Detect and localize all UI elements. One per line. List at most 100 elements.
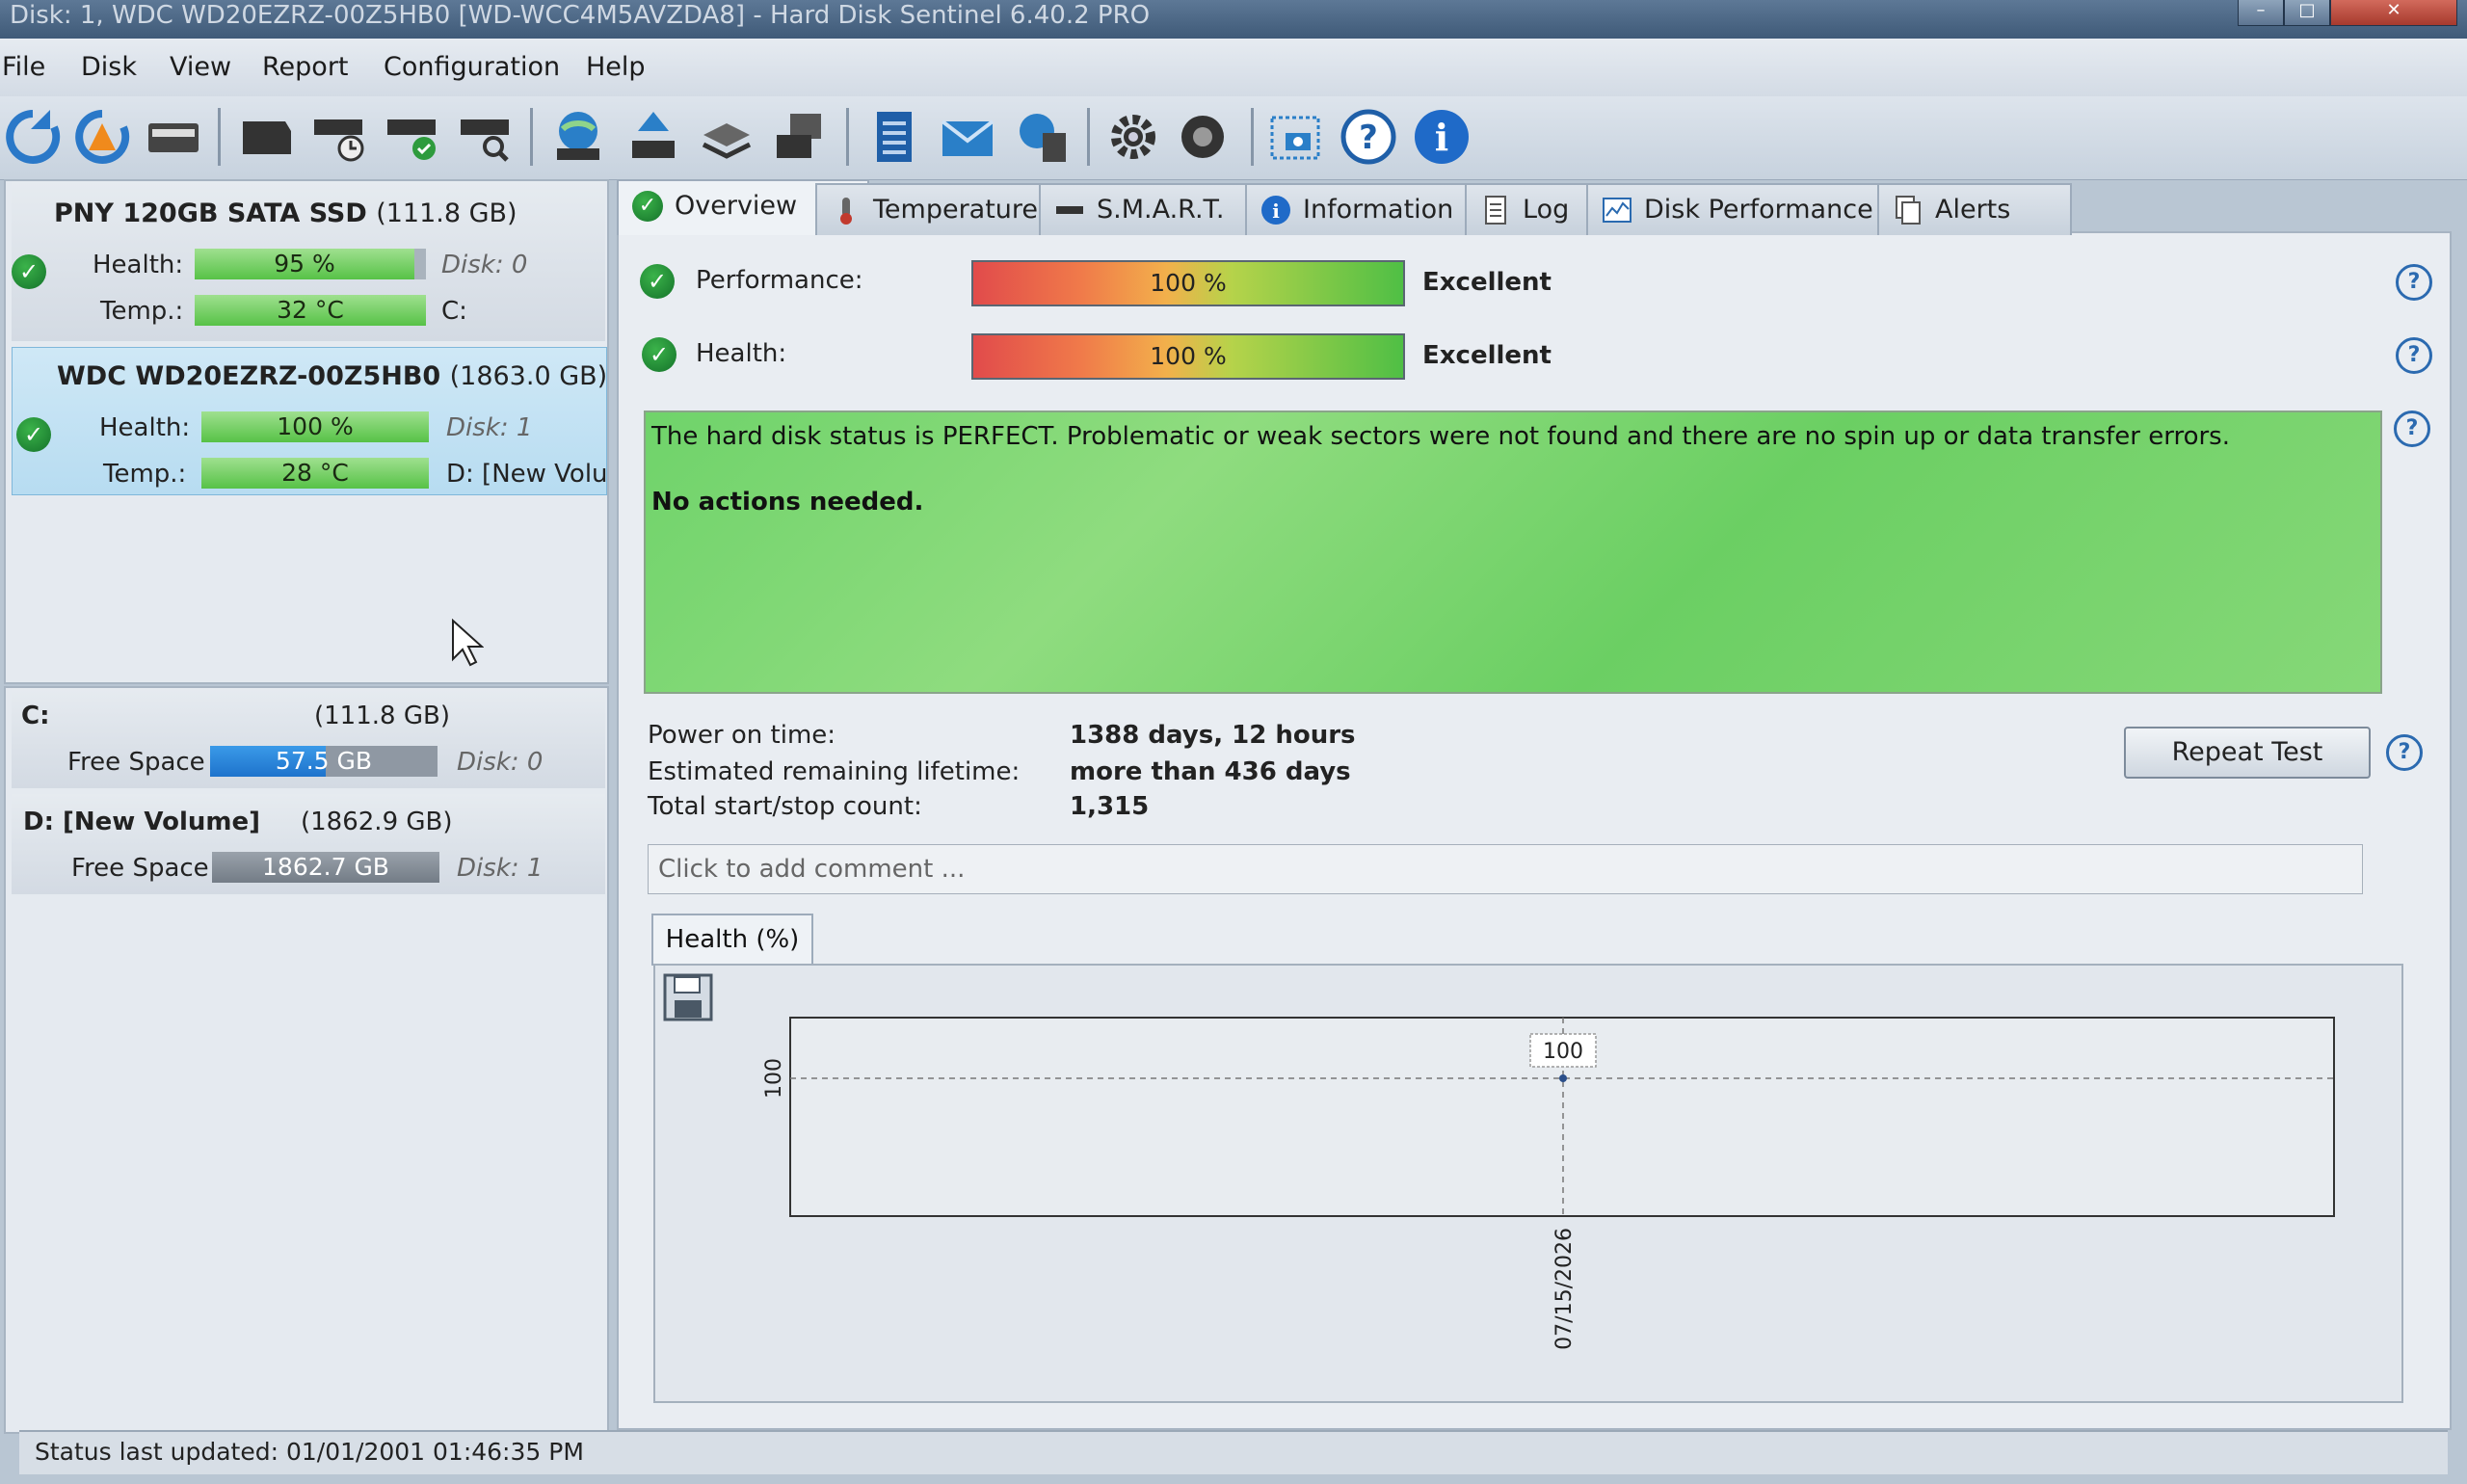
volume-label: C: (441, 297, 467, 326)
tab-label: S.M.A.R.T. (1097, 195, 1225, 225)
menu-file[interactable]: File (2, 52, 45, 82)
volume-card-c[interactable]: C: (111.8 GB) Free Space 57.5 GB Disk: 0 (12, 688, 605, 788)
free-space-label: Free Space (71, 854, 209, 883)
check-icon: ✓ (16, 417, 51, 452)
temp-label: Temp.: (103, 460, 187, 489)
mouse-cursor-icon (452, 619, 484, 667)
lifetime-value: more than 436 days (1070, 757, 1351, 786)
health-bar: 95 % (195, 249, 414, 279)
svg-text:?: ? (1359, 119, 1378, 157)
startstop-value: 1,315 (1070, 792, 1150, 821)
disk-size: (1863.0 GB) (449, 361, 608, 391)
upload-disk-icon[interactable] (623, 106, 684, 168)
volume-label: D: [New Volu (446, 460, 606, 489)
hdd-clock-icon[interactable] (308, 106, 370, 168)
tab-label: Information (1303, 195, 1454, 225)
menu-help[interactable]: Help (586, 52, 646, 82)
close-button[interactable]: ✕ (2330, 0, 2457, 26)
info-icon: i (1261, 196, 1290, 225)
menu-report[interactable]: Report (262, 52, 349, 82)
health-rating: Excellent (1422, 341, 1552, 370)
report-icon[interactable] (863, 106, 925, 168)
refresh-warning-icon[interactable] (71, 106, 133, 168)
health-value: 100 % (1150, 342, 1227, 370)
health-bar: 100 % (201, 411, 429, 442)
hdd-icon (1056, 206, 1083, 214)
health-label: Health: (696, 339, 787, 368)
power-on-label: Power on time: (648, 721, 836, 750)
volume-list-panel: C: (111.8 GB) Free Space 57.5 GB Disk: 0… (4, 686, 609, 1434)
title-bar: Disk: 1, WDC WD20EZRZ-00Z5HB0 [WD-WCC4M5… (0, 0, 2467, 39)
volume-card-d[interactable]: D: [New Volume] (1862.9 GB) Free Space 1… (12, 794, 605, 894)
hdd-search-icon[interactable] (455, 106, 517, 168)
check-icon: ✓ (640, 264, 675, 299)
power-on-value: 1388 days, 12 hours (1070, 721, 1356, 750)
disk-number-label: Disk: 0 (457, 748, 544, 777)
performance-bar: 100 % (971, 260, 1405, 306)
free-space-track: 1862.7 GB (212, 852, 439, 883)
status-bar: Status last updated: 01/01/2001 01:46:35… (19, 1430, 2448, 1474)
sound-icon[interactable] (1174, 106, 1235, 168)
menu-view[interactable]: View (170, 52, 231, 82)
disk-name: WDC WD20EZRZ-00Z5HB0 (57, 361, 441, 391)
hdd-icon[interactable] (235, 106, 297, 168)
menu-disk[interactable]: Disk (81, 52, 137, 82)
tab-health-chart[interactable]: Health (%) (651, 914, 813, 966)
health-label: Health: (99, 413, 191, 442)
help-icon[interactable]: ? (2396, 337, 2432, 374)
chart-icon (1603, 198, 1631, 223)
email-icon[interactable] (937, 106, 998, 168)
help-icon[interactable]: ? (2394, 411, 2430, 447)
screenshot-icon[interactable] (1264, 106, 1326, 168)
network-icon[interactable] (1010, 106, 1072, 168)
save-icon[interactable] (663, 973, 713, 1021)
maximize-button[interactable]: □ (2284, 0, 2330, 26)
temp-value: 32 °C (277, 296, 344, 324)
health-bar: 100 % (971, 333, 1405, 380)
menu-bar: File Disk View Report Configuration Help (0, 39, 2467, 96)
temp-label: Temp.: (100, 297, 184, 326)
help-icon[interactable]: ? (2386, 734, 2423, 771)
disk-stack-icon[interactable] (696, 106, 757, 168)
disk-list-panel: PNY 120GB SATA SSD (111.8 GB) ✓ Health: … (4, 179, 609, 684)
status-description-box: The hard disk status is PERFECT. Problem… (644, 411, 2382, 694)
tab-label: Log (1523, 195, 1570, 225)
disk-number-label: Disk: 1 (457, 854, 544, 883)
disk-card-1[interactable]: WDC WD20EZRZ-00Z5HB0 (1863.0 GB) ✓ Healt… (12, 347, 607, 495)
disk-copy-icon[interactable] (769, 106, 831, 168)
svg-text:i: i (1272, 199, 1280, 223)
volume-name: C: (21, 702, 50, 730)
disk-number-label: Disk: 1 (446, 413, 533, 442)
repeat-test-button[interactable]: Repeat Test (2124, 727, 2371, 779)
health-label: Health: (93, 251, 184, 279)
globe-disk-icon[interactable] (547, 106, 609, 168)
health-bar-track: 95 % (195, 249, 426, 279)
volume-size: (1862.9 GB) (301, 808, 453, 836)
tab-alerts[interactable]: Alerts (1877, 183, 2072, 235)
menu-configuration[interactable]: Configuration (384, 52, 560, 82)
toolbar: ? i (0, 96, 2467, 180)
disk-drive-icon[interactable] (143, 106, 204, 168)
status-bar-text: Status last updated: 01/01/2001 01:46:35… (35, 1438, 584, 1466)
help-icon[interactable]: ? (2396, 264, 2432, 301)
gear-icon[interactable] (1102, 106, 1164, 168)
disk-card-0[interactable]: PNY 120GB SATA SSD (111.8 GB) ✓ Health: … (12, 181, 605, 341)
free-space-label: Free Space (67, 748, 205, 777)
minimize-button[interactable]: – (2238, 0, 2284, 26)
tab-label: Disk Performance (1644, 195, 1873, 225)
help-icon[interactable]: ? (1338, 106, 1399, 168)
action-text: No actions needed. (651, 488, 924, 517)
comment-field[interactable]: Click to add comment ... (648, 844, 2363, 894)
temp-bar: 32 °C (195, 295, 426, 326)
refresh-icon[interactable] (2, 106, 64, 168)
svg-text:i: i (1435, 116, 1448, 159)
thermometer-icon (840, 198, 852, 225)
y-tick-label: 100 (762, 1058, 786, 1099)
status-text: The hard disk status is PERFECT. Problem… (651, 422, 2230, 451)
health-chart: 100 07/15/2026 100 (762, 1017, 2335, 1350)
startstop-label: Total start/stop count: (648, 792, 922, 821)
info-icon[interactable]: i (1411, 106, 1472, 168)
hdd-check-icon[interactable] (382, 106, 443, 168)
health-bar-track: 100 % (201, 411, 429, 442)
volume-size: (111.8 GB) (314, 702, 450, 730)
